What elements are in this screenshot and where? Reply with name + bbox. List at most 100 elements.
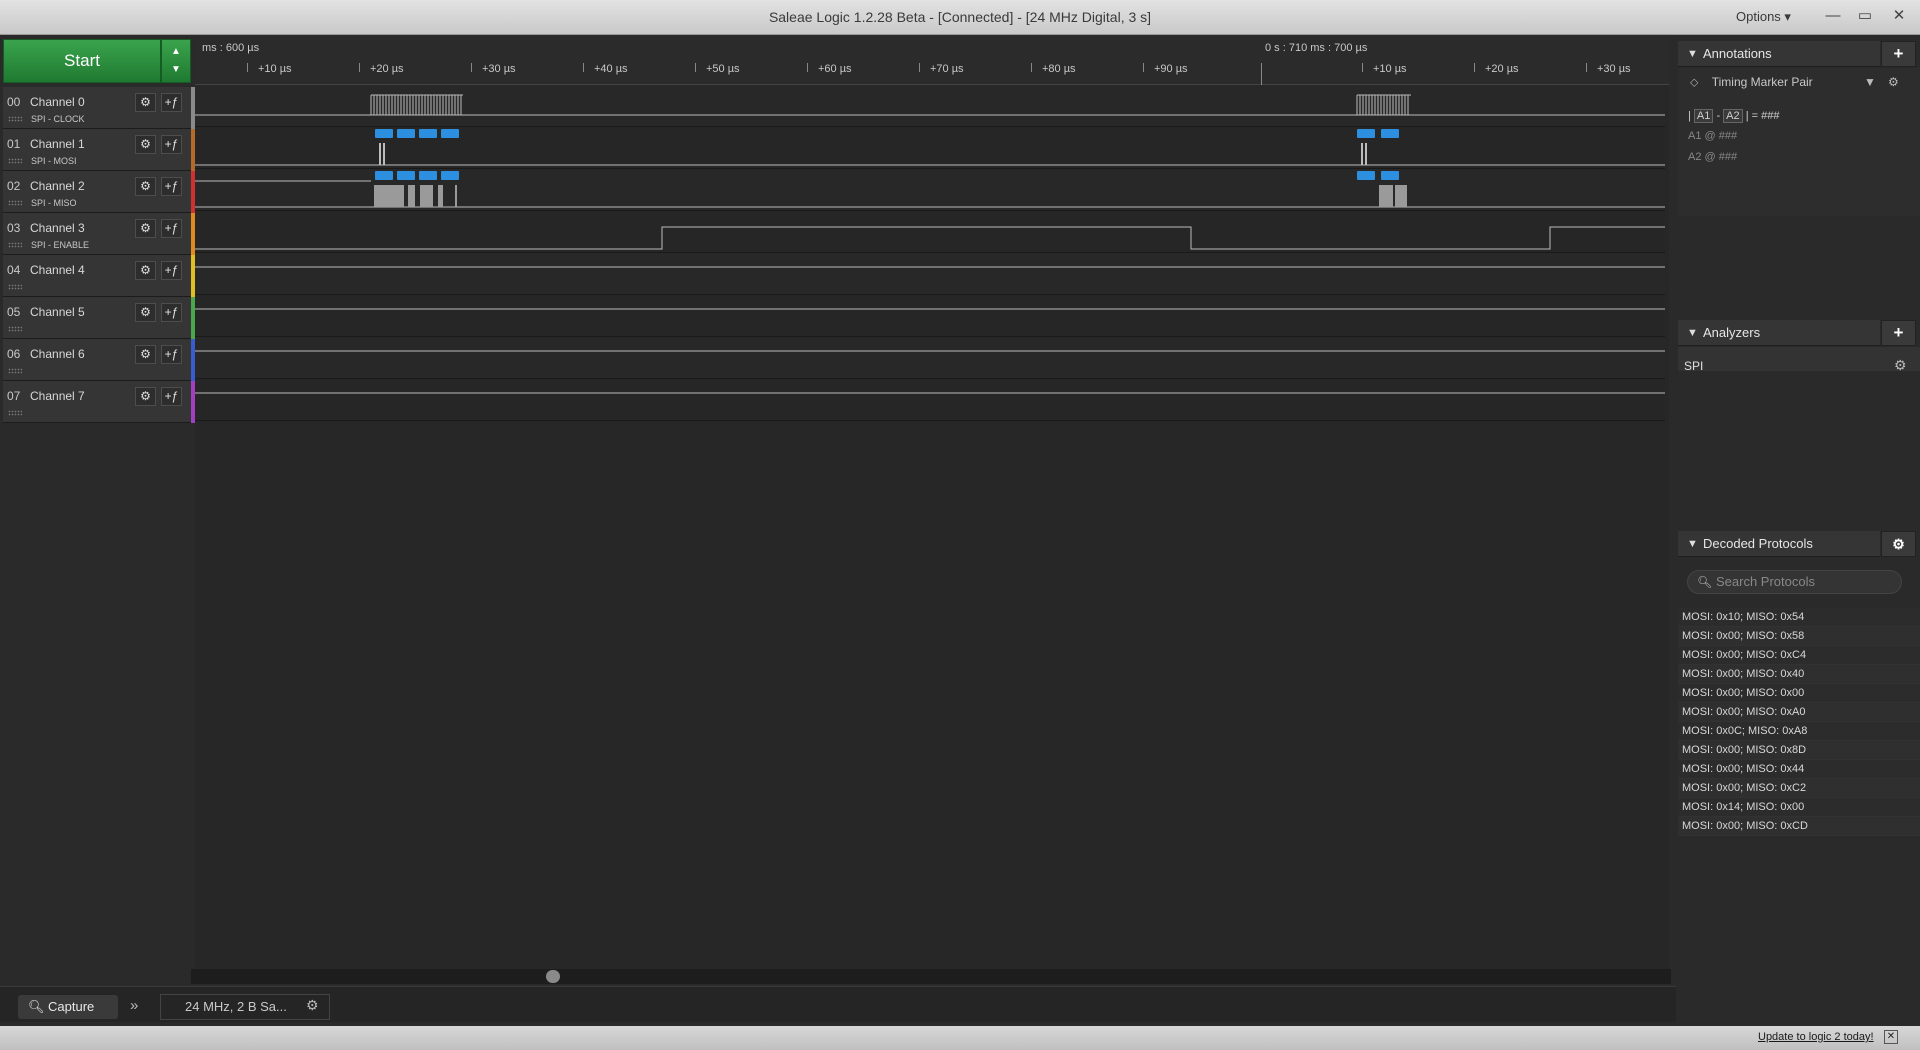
collapse-triangle-icon[interactable]: ▼ (1687, 320, 1698, 346)
drag-handle-icon[interactable] (8, 368, 22, 374)
decoded-protocol-row[interactable]: MOSI: 0x00; MISO: 0xC4 (1678, 646, 1920, 665)
time-tick (1474, 63, 1475, 72)
channel-row[interactable]: 01 Channel 1 SPI - MOSI ⚙ +ƒ (3, 129, 196, 171)
arrow-down-icon[interactable]: ▼ (162, 61, 190, 79)
gear-icon[interactable]: ⚙ (135, 177, 156, 196)
update-link[interactable]: Update to logic 2 today! (1758, 1031, 1874, 1043)
time-section-divider (1261, 63, 1262, 85)
gear-icon[interactable]: ⚙ (1894, 357, 1907, 374)
close-icon[interactable]: ✕ (1884, 1030, 1898, 1044)
channel-name[interactable]: Channel 4 (30, 263, 85, 277)
gear-icon[interactable]: ⚙ (135, 387, 156, 406)
trigger-icon[interactable]: +ƒ (161, 219, 182, 238)
time-tick (1362, 63, 1363, 72)
drag-handle-icon[interactable] (8, 284, 22, 290)
drag-handle-icon[interactable] (8, 158, 22, 164)
close-button[interactable]: ✕ (1886, 5, 1912, 27)
add-annotation-button[interactable]: + (1881, 41, 1916, 67)
channel-row[interactable]: 02 Channel 2 SPI - MISO ⚙ +ƒ (3, 171, 196, 213)
gear-icon[interactable]: ⚙ (1881, 531, 1916, 557)
channel-row[interactable]: 04 Channel 4 ⚙ +ƒ (3, 255, 196, 297)
trigger-icon[interactable]: +ƒ (161, 177, 182, 196)
collapse-triangle-icon[interactable]: ▼ (1687, 41, 1698, 67)
timing-marker-pair[interactable]: ⬦ Timing Marker Pair ▼ ⚙ (1690, 75, 1912, 97)
minimize-button[interactable]: — (1820, 5, 1846, 27)
marker-difference: | A1 - A2 | = ### (1688, 109, 1780, 123)
trigger-icon[interactable]: +ƒ (161, 345, 182, 364)
gear-icon[interactable]: ⚙ (135, 345, 156, 364)
channel-name[interactable]: Channel 7 (30, 389, 85, 403)
channel-analyzer-label: SPI - CLOCK (31, 114, 85, 124)
decoded-protocol-row[interactable]: MOSI: 0x00; MISO: 0x00 (1678, 684, 1920, 703)
drag-handle-icon[interactable] (8, 200, 22, 206)
decoded-protocol-row[interactable]: MOSI: 0x00; MISO: 0xA0 (1678, 703, 1920, 722)
time-ruler[interactable]: ms : 600 µs 0 s : 710 ms : 700 µs +10 µs… (195, 39, 1669, 85)
decoded-protocol-row[interactable]: MOSI: 0x00; MISO: 0x58 (1678, 627, 1920, 646)
channel-name[interactable]: Channel 0 (30, 95, 85, 109)
options-menu[interactable]: Options ▾ (1736, 9, 1791, 25)
dropdown-triangle-icon[interactable]: ▼ (1864, 75, 1876, 89)
arrow-up-icon[interactable]: ▲ (162, 43, 190, 61)
collapse-triangle-icon[interactable]: ▼ (1687, 531, 1698, 557)
decoded-protocols-list[interactable]: MOSI: 0x10; MISO: 0x54 MOSI: 0x00; MISO: … (1678, 608, 1920, 836)
waveforms[interactable] (195, 85, 1669, 421)
trigger-icon[interactable]: +ƒ (161, 135, 182, 154)
channel-row[interactable]: 06 Channel 6 ⚙ +ƒ (3, 339, 196, 381)
expand-icon[interactable]: » (130, 997, 138, 1014)
marker-a2-badge[interactable]: A2 (1723, 109, 1743, 123)
start-options-spinner[interactable]: ▲ ▼ (161, 39, 191, 83)
gear-icon[interactable]: ⚙ (306, 997, 319, 1014)
decoded-protocols-header[interactable]: ▼ Decoded Protocols (1678, 531, 1880, 557)
drag-handle-icon[interactable] (8, 116, 22, 122)
decoded-protocol-row[interactable]: MOSI: 0x00; MISO: 0xC2 (1678, 779, 1920, 798)
capture-tab[interactable]: 🔍︎ Capture (18, 995, 118, 1019)
decoded-protocol-row[interactable]: MOSI: 0x14; MISO: 0x00 (1678, 798, 1920, 817)
marker-a1-badge[interactable]: A1 (1693, 109, 1714, 123)
channel-row[interactable]: 07 Channel 7 ⚙ +ƒ (3, 381, 196, 423)
channel-row[interactable]: 03 Channel 3 SPI - ENABLE ⚙ +ƒ (3, 213, 196, 255)
channel-name[interactable]: Channel 2 (30, 179, 85, 193)
decoded-protocol-row[interactable]: MOSI: 0x00; MISO: 0x44 (1678, 760, 1920, 779)
start-button[interactable]: Start (3, 39, 161, 83)
gear-icon[interactable]: ⚙ (135, 135, 156, 154)
sample-rate-tab[interactable]: 24 MHz, 2 B Sa... (160, 994, 330, 1020)
add-analyzer-button[interactable]: + (1881, 320, 1916, 346)
timing-marker-label: Timing Marker Pair (1711, 75, 1813, 89)
decoded-protocol-row[interactable]: MOSI: 0x0C; MISO: 0xA8 (1678, 722, 1920, 741)
trigger-icon[interactable]: +ƒ (161, 261, 182, 280)
decoded-byte-marker (1357, 171, 1375, 180)
scrollbar-thumb[interactable] (546, 970, 560, 983)
capture-tab-label: Capture (48, 999, 95, 1014)
channel-name[interactable]: Channel 1 (30, 137, 85, 151)
search-protocols-input[interactable]: 🔍︎ Search Protocols (1687, 570, 1902, 594)
gear-icon[interactable]: ⚙ (135, 219, 156, 238)
drag-handle-icon[interactable] (8, 326, 22, 332)
channel-name[interactable]: Channel 3 (30, 221, 85, 235)
gear-icon[interactable]: ⚙ (1888, 75, 1899, 89)
gear-icon[interactable]: ⚙ (135, 303, 156, 322)
drag-handle-icon[interactable] (8, 410, 22, 416)
channel-name[interactable]: Channel 6 (30, 347, 85, 361)
waveform-area[interactable]: ms : 600 µs 0 s : 710 ms : 700 µs +10 µs… (195, 39, 1669, 976)
bottom-bar: 🔍︎ Capture » 24 MHz, 2 B Sa... ⚙ (0, 986, 1676, 1022)
trigger-icon[interactable]: +ƒ (161, 387, 182, 406)
annotations-header[interactable]: ▼ Annotations (1678, 41, 1880, 67)
trigger-icon[interactable]: +ƒ (161, 93, 182, 112)
trigger-icon[interactable]: +ƒ (161, 303, 182, 322)
decoded-protocol-row[interactable]: MOSI: 0x10; MISO: 0x54 (1678, 608, 1920, 627)
gear-icon[interactable]: ⚙ (135, 93, 156, 112)
analyzer-item-spi[interactable]: SPI (1684, 359, 1703, 373)
channel-row[interactable]: 05 Channel 5 ⚙ +ƒ (3, 297, 196, 339)
analyzer-row-bg (1678, 347, 1920, 371)
marker-a1-row: A1 @ ### (1688, 130, 1738, 142)
analyzers-header[interactable]: ▼ Analyzers (1678, 320, 1880, 346)
channel-name[interactable]: Channel 5 (30, 305, 85, 319)
channel-row[interactable]: 00 Channel 0 SPI - CLOCK ⚙ +ƒ (3, 87, 196, 129)
maximize-button[interactable]: ▭ (1852, 5, 1878, 27)
decoded-protocol-row[interactable]: MOSI: 0x00; MISO: 0x40 (1678, 665, 1920, 684)
decoded-protocol-row[interactable]: MOSI: 0x00; MISO: 0x8D (1678, 741, 1920, 760)
horizontal-scrollbar[interactable] (191, 969, 1671, 984)
drag-handle-icon[interactable] (8, 242, 22, 248)
gear-icon[interactable]: ⚙ (135, 261, 156, 280)
decoded-protocol-row[interactable]: MOSI: 0x00; MISO: 0xCD (1678, 817, 1920, 836)
